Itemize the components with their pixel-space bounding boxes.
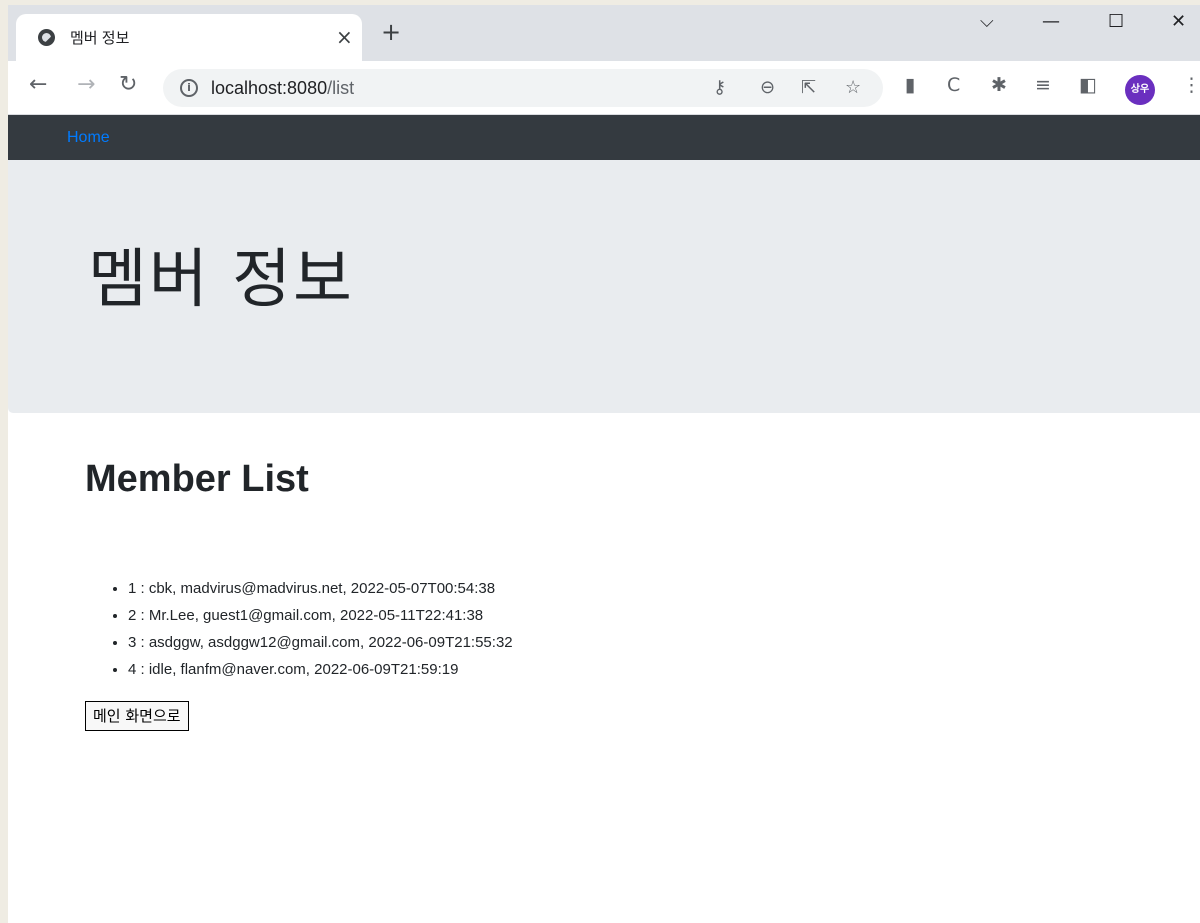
extension-c-icon[interactable]: C: [947, 75, 960, 95]
list-item: 3 : asdggw, asdggw12@gmail.com, 2022-06-…: [128, 629, 513, 656]
reload-icon[interactable]: ↻: [119, 74, 137, 96]
active-tab[interactable]: 멤버 정보 ×: [16, 14, 362, 61]
tab-strip: 멤버 정보 × + ⌵ — ☐ ✕: [8, 5, 1200, 61]
star-icon[interactable]: ☆: [845, 77, 861, 98]
page-title: 멤버 정보: [88, 243, 354, 317]
list-item: 2 : Mr.Lee, guest1@gmail.com, 2022-05-11…: [128, 602, 513, 629]
tab-search-icon[interactable]: ⌵: [980, 11, 994, 32]
zoom-icon[interactable]: ⊖: [760, 77, 775, 98]
info-icon[interactable]: i: [180, 79, 198, 97]
side-panel-icon[interactable]: ◧: [1079, 75, 1097, 95]
nav-home-link[interactable]: Home: [67, 129, 110, 147]
tab-title: 멤버 정보: [70, 30, 130, 47]
list-item: 4 : idle, flanfm@naver.com, 2022-06-09T2…: [128, 656, 513, 683]
url-host: localhost:8080: [211, 78, 328, 98]
browser-toolbar: ← → ↻ i localhost:8080/list ⚷ ⊖ ⇱ ☆ ▮ C …: [8, 61, 1200, 115]
globe-icon: [38, 29, 55, 46]
puzzle-icon[interactable]: ✱: [991, 75, 1007, 95]
page-content: Home 멤버 정보 Member List 1 : cbk, madvirus…: [8, 115, 1200, 923]
maximize-button[interactable]: ☐: [1108, 11, 1124, 32]
menu-icon[interactable]: ⋮: [1182, 75, 1200, 95]
reading-list-icon[interactable]: ≡: [1035, 75, 1051, 95]
member-list: 1 : cbk, madvirus@madvirus.net, 2022-05-…: [106, 575, 513, 683]
navbar: Home: [8, 115, 1200, 160]
address-bar[interactable]: i localhost:8080/list ⚷ ⊖ ⇱ ☆: [163, 69, 883, 107]
back-icon[interactable]: ←: [29, 74, 47, 96]
share-icon[interactable]: ⇱: [801, 77, 816, 98]
browser-window: 멤버 정보 × + ⌵ — ☐ ✕ ← → ↻ i localhost:8080…: [8, 5, 1200, 923]
list-item: 1 : cbk, madvirus@madvirus.net, 2022-05-…: [128, 575, 513, 602]
profile-avatar[interactable]: 상우: [1125, 75, 1155, 105]
main-page-button[interactable]: 메인 화면으로: [85, 701, 189, 731]
close-window-button[interactable]: ✕: [1171, 11, 1186, 32]
url-path: /list: [327, 78, 355, 98]
jumbotron: 멤버 정보: [8, 160, 1200, 413]
url-text[interactable]: localhost:8080/list: [211, 78, 354, 99]
key-icon[interactable]: ⚷: [713, 77, 726, 98]
new-tab-button[interactable]: +: [381, 20, 401, 44]
tab-close-button[interactable]: ×: [336, 25, 353, 49]
member-list-heading: Member List: [85, 458, 309, 500]
minimize-button[interactable]: —: [1042, 11, 1060, 32]
extension-barcode-icon[interactable]: ▮: [905, 75, 915, 95]
forward-icon[interactable]: →: [77, 74, 95, 96]
